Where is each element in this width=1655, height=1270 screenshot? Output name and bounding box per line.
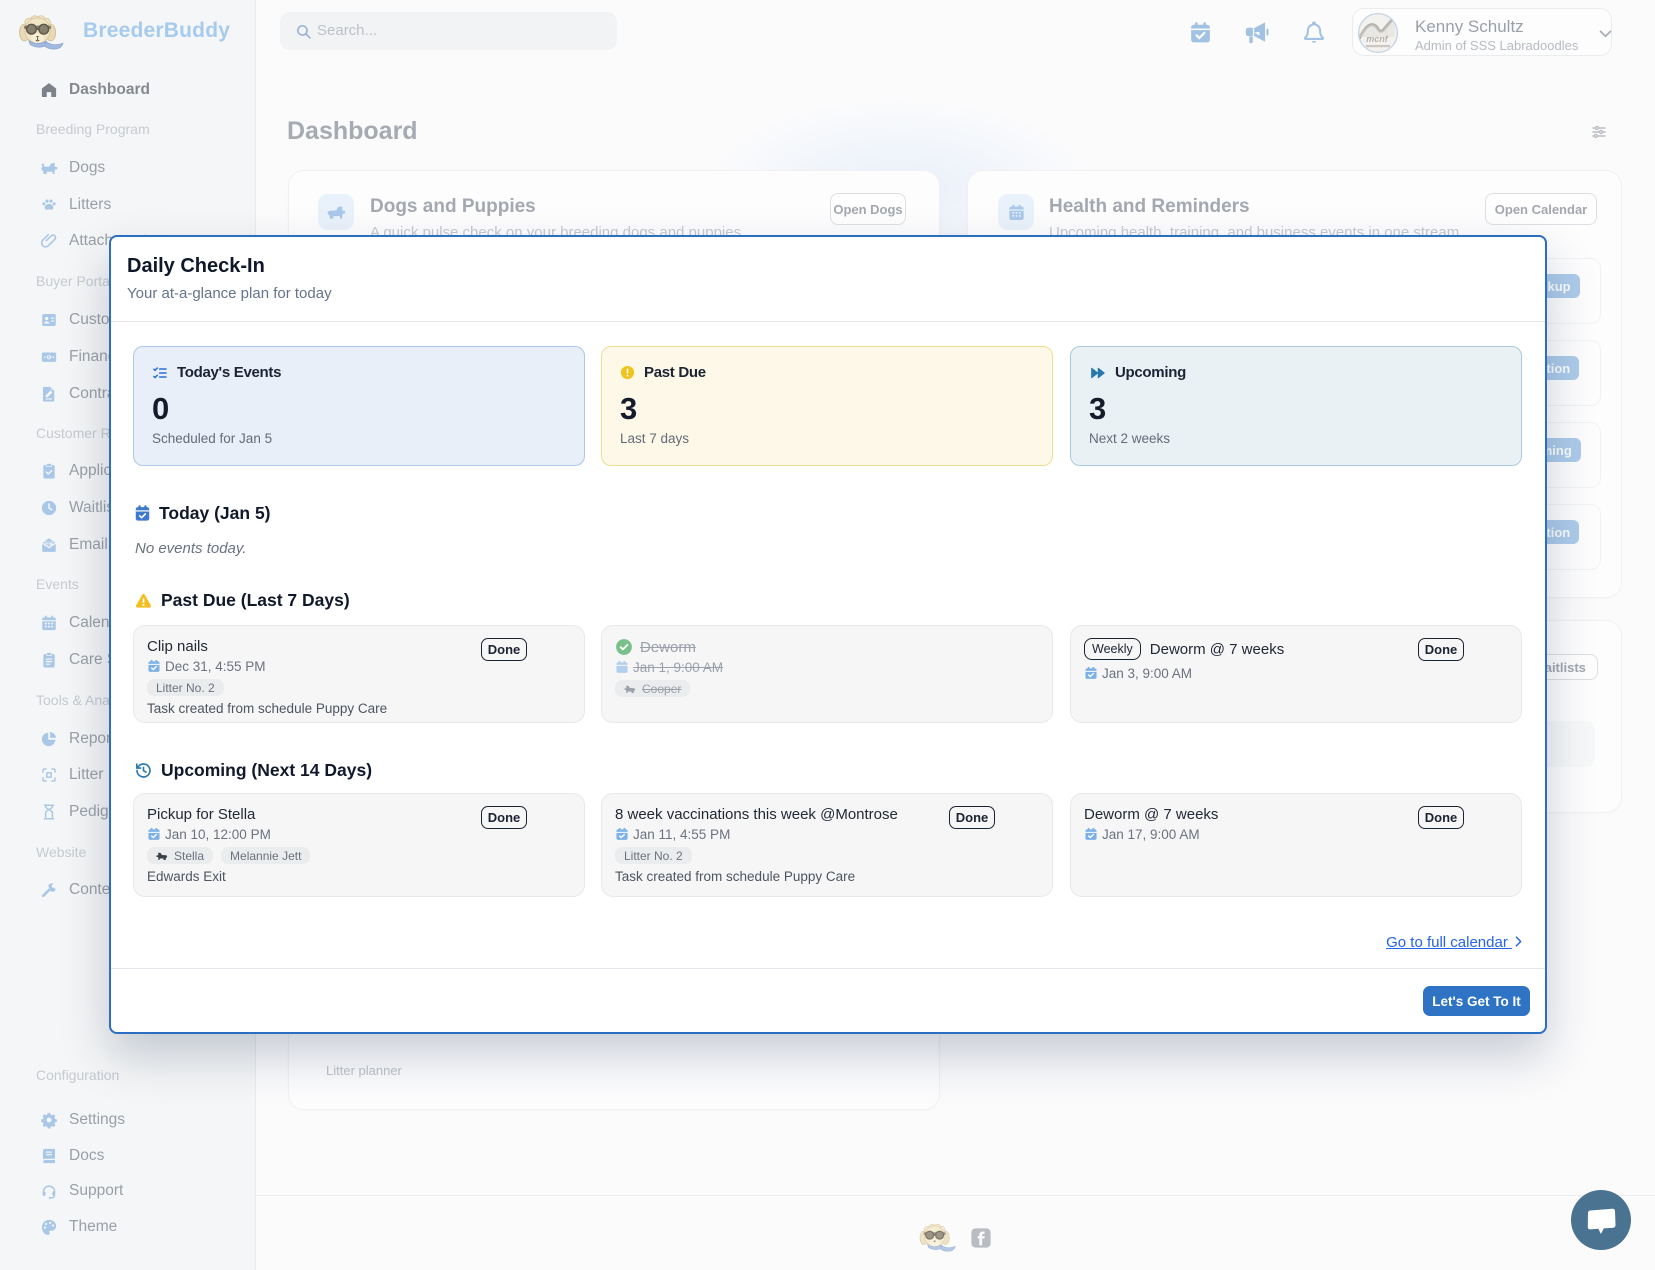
svg-text:$: $ bbox=[48, 355, 51, 361]
svg-text:mcnf: mcnf bbox=[1366, 34, 1389, 44]
